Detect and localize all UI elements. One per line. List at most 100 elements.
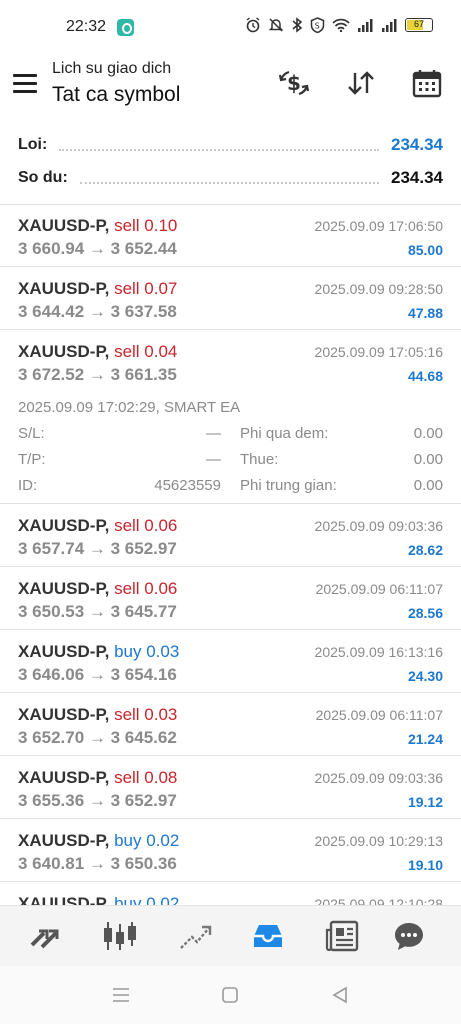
trade-row[interactable]: XAUUSD-P, sell 0.10 3 660.94 → 3 652.44 … xyxy=(0,204,461,267)
trade-time: 2025.09.09 06:11:07 xyxy=(315,707,443,723)
sl-value: — xyxy=(206,425,221,442)
menu-icon[interactable] xyxy=(13,74,37,93)
trade-prices: 3 655.36 → 3 652.97 xyxy=(18,791,177,810)
quotes-icon[interactable] xyxy=(26,918,64,954)
signal-icon xyxy=(358,19,373,32)
trade-profit: 44.68 xyxy=(407,368,443,384)
dotted-leader xyxy=(79,172,379,184)
balance-value: 234.34 xyxy=(391,168,443,187)
recent-apps-icon[interactable] xyxy=(110,984,132,1006)
dotted-leader xyxy=(59,139,379,151)
trade-prices: 3 657.74 → 3 652.97 xyxy=(18,539,177,558)
trade-symbol: XAUUSD-P, sell 0.04 xyxy=(18,342,178,361)
open-info: 2025.09.09 17:02:29, SMART EA xyxy=(18,399,241,416)
trade-profit: 28.62 xyxy=(407,542,443,558)
trade-symbol: XAUUSD-P, sell 0.10 xyxy=(18,216,178,235)
battery-icon: 67 xyxy=(405,18,433,32)
svg-text:S: S xyxy=(315,22,320,31)
status-bar: 22:32 S 67 xyxy=(0,0,461,54)
profit-value: 234.34 xyxy=(391,135,443,154)
bottom-navigation xyxy=(0,905,461,966)
swap-label: Phi qua dem: xyxy=(240,425,329,442)
trade-time: 2025.09.09 17:06:50 xyxy=(314,218,443,234)
bluetooth-icon xyxy=(292,17,303,33)
back-icon[interactable] xyxy=(329,984,351,1006)
app-notification-icon xyxy=(117,19,134,36)
trade-time: 2025.09.09 16:13:16 xyxy=(314,644,443,660)
trade-profit: 24.30 xyxy=(407,668,443,684)
sort-icon[interactable] xyxy=(343,66,379,100)
currency-exchange-icon[interactable]: $ xyxy=(276,66,312,100)
tax-value: 0.00 xyxy=(413,451,443,468)
trade-symbol: XAUUSD-P, sell 0.06 xyxy=(18,516,178,535)
tp-value: — xyxy=(206,451,221,468)
trade-profit: 19.12 xyxy=(407,794,443,810)
alarm-icon xyxy=(246,17,260,33)
header-title[interactable]: Tat ca symbol xyxy=(52,83,180,107)
trade-side: sell 0.08 xyxy=(114,768,178,787)
trade-time: 2025.09.09 17:05:16 xyxy=(314,344,443,360)
trade-time: 2025.09.09 06:11:07 xyxy=(315,581,443,597)
svg-text:$: $ xyxy=(287,71,301,95)
profit-summary: Loi: 234.34 xyxy=(18,133,443,157)
battery-level: 67 xyxy=(413,19,424,29)
trade-profit: 85.00 xyxy=(407,242,443,258)
status-time: 22:32 xyxy=(66,18,107,35)
swap-value: 0.00 xyxy=(413,425,443,442)
tax-label: Thue: xyxy=(240,451,279,468)
trade-symbol: XAUUSD-P, sell 0.06 xyxy=(18,579,178,598)
trade-prices: 3 646.06 → 3 654.16 xyxy=(18,665,177,684)
trade-prices: 3 660.94 → 3 652.44 xyxy=(18,239,177,258)
trade-symbol: XAUUSD-P, sell 0.08 xyxy=(18,768,178,787)
sl-label: S/L: xyxy=(18,425,45,442)
signal-icon xyxy=(382,19,397,32)
trade-profit: 47.88 xyxy=(407,305,443,321)
trade-side: buy 0.02 xyxy=(114,831,180,850)
history-icon[interactable] xyxy=(249,918,287,954)
trade-prices: 3 644.42 → 3 637.58 xyxy=(18,302,177,321)
trade-side: sell 0.03 xyxy=(114,705,178,724)
status-icons: S 67 xyxy=(245,17,433,33)
summary-panel: Loi: 234.34 So du: 234.34 xyxy=(0,130,461,204)
calendar-icon[interactable] xyxy=(409,66,445,100)
commission-value: 0.00 xyxy=(413,477,443,494)
chart-icon[interactable] xyxy=(101,918,139,954)
balance-label: So du: xyxy=(18,169,68,186)
trade-prices: 3 650.53 → 3 645.77 xyxy=(18,602,177,621)
messages-icon[interactable] xyxy=(390,918,428,954)
news-icon[interactable] xyxy=(323,918,361,954)
app-header: Lich su giao dich Tat ca symbol $ xyxy=(0,54,461,124)
trade-row[interactable]: XAUUSD-P, sell 0.06 3 650.53 → 3 645.77 … xyxy=(0,567,461,630)
trade-profit: 19.10 xyxy=(407,857,443,873)
trade-symbol: XAUUSD-P, sell 0.03 xyxy=(18,705,178,724)
trade-icon[interactable] xyxy=(176,918,214,954)
trade-profit: 28.56 xyxy=(407,605,443,621)
trade-side: sell 0.06 xyxy=(114,579,178,598)
mute-icon xyxy=(268,18,284,32)
trade-side: sell 0.07 xyxy=(114,279,178,298)
trade-row[interactable]: XAUUSD-P, sell 0.07 3 644.42 → 3 637.58 … xyxy=(0,267,461,330)
balance-summary: So du: 234.34 xyxy=(18,166,443,190)
trade-row[interactable]: XAUUSD-P, sell 0.08 3 655.36 → 3 652.97 … xyxy=(0,756,461,819)
trade-symbol: XAUUSD-P, buy 0.03 xyxy=(18,642,180,661)
trade-prices: 3 640.81 → 3 650.36 xyxy=(18,854,177,873)
header-subtitle: Lich su giao dich xyxy=(52,60,172,77)
trade-symbol: XAUUSD-P, buy 0.02 xyxy=(18,831,180,850)
home-icon[interactable] xyxy=(219,984,241,1006)
trade-side: sell 0.10 xyxy=(114,216,178,235)
trade-row-expanded[interactable]: XAUUSD-P, sell 0.04 3 672.52 → 3 661.35 … xyxy=(0,330,461,504)
trade-row[interactable]: XAUUSD-P, sell 0.06 3 657.74 → 3 652.97 … xyxy=(0,504,461,567)
commission-label: Phi trung gian: xyxy=(240,477,337,494)
trade-time: 2025.09.09 09:03:36 xyxy=(314,770,443,786)
trade-time: 2025.09.09 09:03:36 xyxy=(314,518,443,534)
trade-row[interactable]: XAUUSD-P, buy 0.03 3 646.06 → 3 654.16 2… xyxy=(0,630,461,693)
trade-symbol: XAUUSD-P, sell 0.07 xyxy=(18,279,178,298)
profit-label: Loi: xyxy=(18,136,48,153)
trade-row[interactable]: XAUUSD-P, buy 0.02 3 640.81 → 3 650.36 2… xyxy=(0,819,461,882)
wifi-icon xyxy=(332,18,350,32)
trade-time: 2025.09.09 10:29:13 xyxy=(314,833,443,849)
trade-row[interactable]: XAUUSD-P, sell 0.03 3 652.70 → 3 645.62 … xyxy=(0,693,461,756)
trade-prices: 3 652.70 → 3 645.62 xyxy=(18,728,177,747)
trade-side: buy 0.03 xyxy=(114,642,180,661)
trade-side: sell 0.06 xyxy=(114,516,178,535)
